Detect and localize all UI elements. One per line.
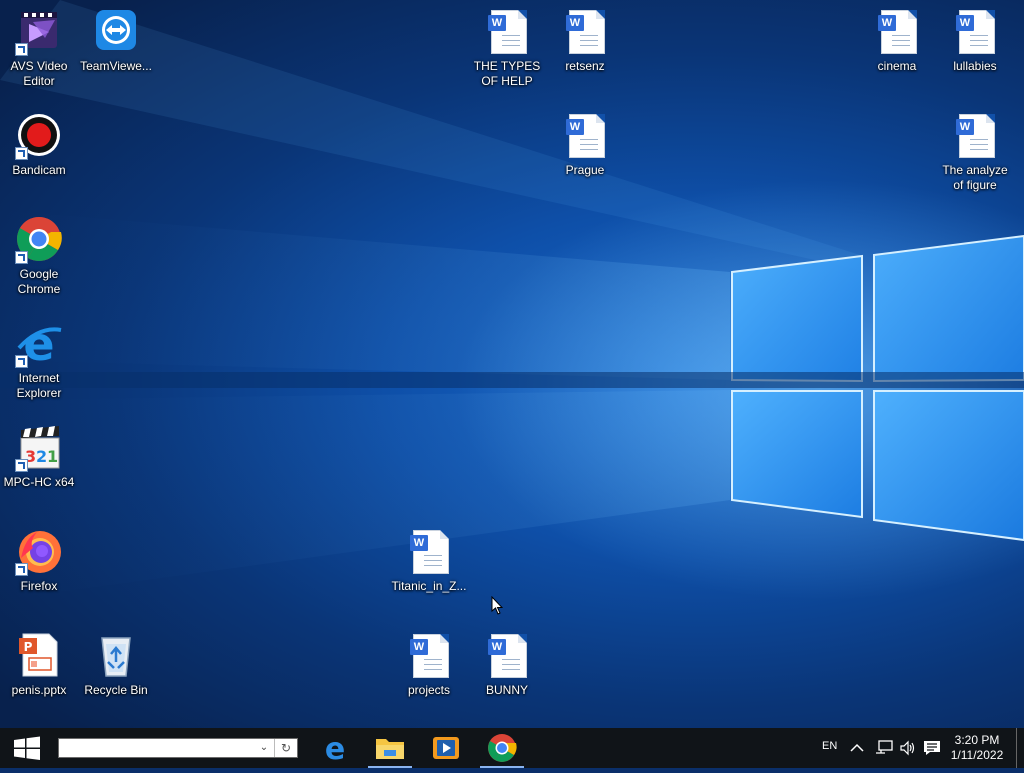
desktop-icon-doc-cinema[interactable]: W cinema [859, 8, 935, 74]
svg-text:2: 2 [36, 447, 47, 466]
icon-label: lullabies [953, 59, 997, 73]
taskbar: ⌄ ↻ e EN 3:20 PM 1/11/2022 [0, 728, 1024, 768]
show-desktop-button[interactable] [1016, 728, 1017, 768]
icon-label: retsenz [565, 59, 605, 73]
taskbar-media-player[interactable] [420, 728, 472, 768]
icon-label: AVS Video Editor [10, 59, 68, 88]
chrome-icon [488, 734, 517, 762]
powerpoint-file-icon: P [15, 632, 63, 680]
recycle-bin-icon [92, 632, 140, 680]
start-button[interactable] [0, 728, 54, 768]
word-document-icon: W [483, 632, 531, 680]
svg-text:P: P [24, 640, 33, 654]
icon-label: Prague [565, 163, 605, 177]
desktop-wallpaper [0, 0, 1024, 728]
icon-label: Bandicam [12, 163, 66, 177]
search-box[interactable]: ⌄ ↻ [58, 738, 298, 758]
desktop-icon-mpc-hc[interactable]: 3 2 1 MPC-HC x64 [1, 424, 77, 490]
icon-label: Firefox [20, 579, 58, 593]
volume-icon[interactable] [899, 740, 917, 756]
taskbar-edge[interactable]: e [309, 728, 361, 768]
bandicam-icon [15, 112, 63, 160]
clock-time: 3:20 PM [954, 733, 1000, 747]
chevron-up-icon[interactable] [849, 741, 865, 755]
language-indicator[interactable]: EN [822, 740, 837, 752]
edge-icon: e [325, 732, 345, 767]
desktop-icon-firefox[interactable]: Firefox [1, 528, 77, 594]
network-icon[interactable] [875, 740, 893, 756]
desktop-icon-bandicam[interactable]: Bandicam [1, 112, 77, 178]
word-document-icon: W [405, 528, 453, 576]
taskbar-chrome[interactable] [476, 728, 528, 768]
desktop-icon-recycle-bin[interactable]: Recycle Bin [78, 632, 154, 698]
desktop-icon-doc-analyze-of-figure[interactable]: W The analyze of figure [937, 112, 1013, 193]
icon-label: Internet Explorer [16, 371, 62, 400]
word-document-icon: W [483, 8, 531, 56]
desktop-icon-pptx-file[interactable]: P penis.pptx [1, 632, 77, 698]
internet-explorer-icon: e [15, 317, 63, 371]
svg-text:1: 1 [47, 447, 58, 466]
windows-logo-icon [14, 736, 40, 760]
desktop-icon-doc-lullabies[interactable]: W lullabies [937, 8, 1013, 74]
icon-label: TeamViewe... [80, 59, 152, 73]
action-center-icon[interactable] [923, 740, 941, 756]
desktop-icon-internet-explorer[interactable]: e Internet Explorer [1, 317, 77, 401]
icon-label: projects [407, 683, 451, 697]
word-document-icon: W [951, 8, 999, 56]
icon-label: cinema [877, 59, 917, 73]
taskbar-file-explorer[interactable] [364, 728, 416, 768]
mpc-hc-icon: 3 2 1 [15, 424, 63, 472]
file-explorer-icon [376, 739, 404, 759]
desktop-icon-doc-projects[interactable]: W projects [391, 632, 467, 698]
desktop-icon-doc-prague[interactable]: W Prague [547, 112, 623, 178]
svg-text:e: e [325, 732, 345, 767]
icon-label: The analyze of figure [942, 163, 1008, 192]
refresh-icon[interactable]: ↻ [274, 739, 297, 757]
svg-text:e: e [23, 320, 54, 368]
desktop-icon-doc-titanic[interactable]: W Titanic_in_Z... [391, 528, 467, 594]
word-document-icon: W [561, 112, 609, 160]
teamviewer-icon [92, 8, 140, 56]
mouse-cursor-icon [491, 595, 504, 620]
word-document-icon: W [405, 632, 453, 680]
desktop-icon-doc-bunny[interactable]: W BUNNY [469, 632, 545, 698]
chevron-down-icon[interactable]: ⌄ [255, 739, 273, 757]
icon-label: MPC-HC x64 [3, 475, 75, 489]
icon-label: penis.pptx [11, 683, 67, 697]
icon-label: THE TYPES OF HELP [473, 59, 541, 88]
icon-label: Recycle Bin [84, 683, 148, 697]
avs-video-editor-icon [15, 8, 63, 56]
word-document-icon: W [873, 8, 921, 56]
desktop-icon-google-chrome[interactable]: Google Chrome [1, 216, 77, 297]
clock-date: 1/11/2022 [950, 748, 1004, 762]
icon-label: Titanic_in_Z... [391, 579, 467, 593]
icon-label: Google Chrome [17, 267, 61, 296]
system-clock[interactable]: 3:20 PM 1/11/2022 [944, 733, 1010, 763]
desktop-icon-teamviewer[interactable]: TeamViewe... [78, 8, 154, 74]
word-document-icon: W [561, 8, 609, 56]
icon-label: BUNNY [485, 683, 528, 697]
desktop-icon-avs-video-editor[interactable]: AVS Video Editor [1, 8, 77, 89]
chrome-icon [15, 216, 63, 264]
desktop-icon-doc-types-of-help[interactable]: W THE TYPES OF HELP [469, 8, 545, 89]
firefox-icon [15, 528, 63, 576]
media-player-icon [433, 737, 459, 759]
word-document-icon: W [951, 112, 999, 160]
desktop-icon-doc-retsenz[interactable]: W retsenz [547, 8, 623, 74]
